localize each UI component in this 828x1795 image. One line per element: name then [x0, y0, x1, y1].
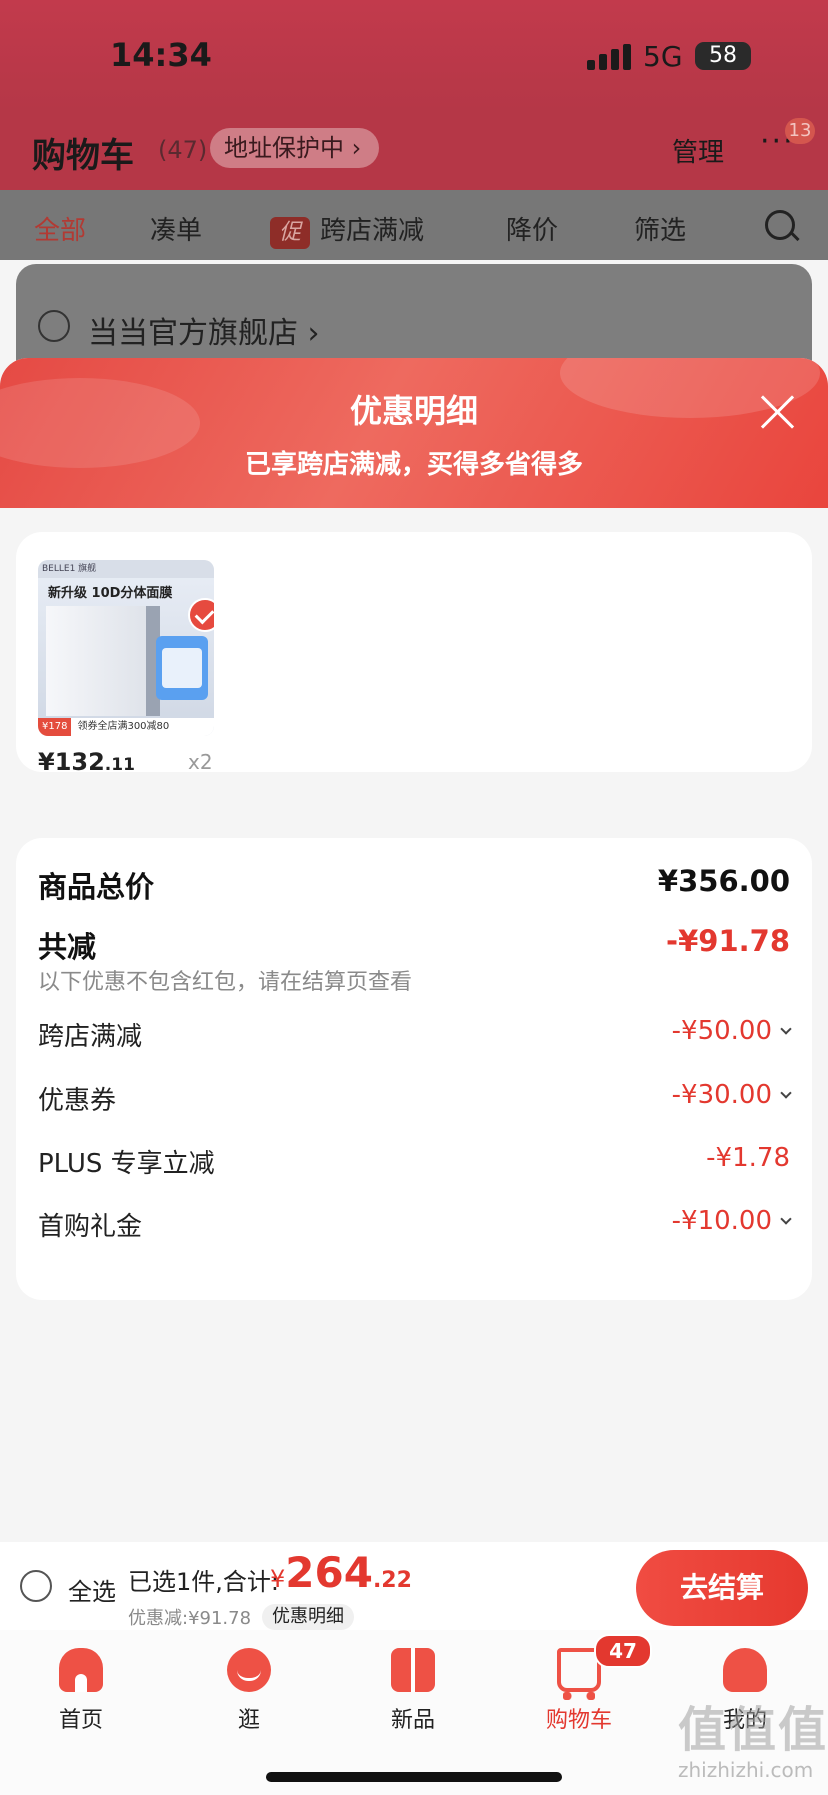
sheet-header: 优惠明细 已享跨店满减，买得多省得多 [0, 358, 828, 508]
discount-detail-chip[interactable]: 优惠明细 [262, 1604, 354, 1630]
checkout-total: ¥264.22 [270, 1548, 412, 1597]
discount-value: -¥30.00 [671, 1080, 772, 1110]
total-reduce-value: -¥91.78 [666, 924, 790, 958]
message-badge: 13 [785, 118, 815, 144]
sheet-title: 优惠明细 [349, 392, 478, 430]
discount-value: -¥10.00 [671, 1206, 772, 1236]
select-all-label[interactable]: 全选 [68, 1572, 116, 1607]
discount-label: PLUS 专享立减 [38, 1149, 215, 1179]
battery-icon: 58 [695, 42, 751, 70]
discount-summary: 优惠减:¥91.78 [128, 1608, 252, 1629]
filter-cross-store[interactable]: 促跨店满减 [270, 210, 424, 249]
chevron-down-icon [780, 1087, 792, 1099]
discount-value-wrap: -¥30.00 [671, 1080, 792, 1110]
bottom-tab-bar: 首页 逛 新品 47 购物车 我的 值值值 zhizhizhi.com [0, 1630, 828, 1795]
store-select-radio[interactable] [38, 310, 70, 342]
search-icon[interactable] [765, 210, 795, 240]
filter-cross-store-label: 跨店满减 [320, 216, 425, 246]
filter-price-drop[interactable]: 降价 [506, 210, 558, 247]
tab-label: 逛 [237, 1708, 260, 1733]
reduce-note: 以下优惠不包含红包，请在结算页查看 [38, 970, 413, 995]
sheet-subtitle: 已享跨店满减，买得多省得多 [244, 450, 583, 480]
new-product-icon [391, 1648, 435, 1692]
chevron-down-icon [780, 1023, 792, 1035]
thumb-headline: 新升级 10D分体面膜 [48, 586, 173, 601]
product-thumbnail[interactable]: BELLE1 旗舰 新升级 10D分体面膜 ¥178 领券全店满300减80 [38, 560, 214, 736]
filter-button[interactable]: 筛选 [634, 210, 686, 247]
filter-combine[interactable]: 凑单 [150, 210, 202, 247]
chevron-down-icon [780, 1213, 792, 1225]
explore-icon [227, 1648, 271, 1692]
total-reduce-label: 共减 [38, 930, 97, 964]
promo-tag: 促 [270, 217, 310, 249]
checkout-bar: 全选 已选1件,合计: ¥264.22 优惠减:¥91.78 优惠明细 去结算 [0, 1542, 828, 1630]
status-time: 14:34 [110, 36, 212, 74]
total-decimal: .22 [372, 1568, 412, 1593]
home-icon [59, 1648, 103, 1692]
profile-icon [723, 1648, 767, 1692]
product-price: ¥132.11 [38, 748, 135, 776]
thumb-bottom-bar: ¥178 领券全店满300减80 [38, 718, 214, 736]
page-title: 购物车 [32, 136, 134, 176]
price-summary-card: 商品总价 ¥356.00 共减 -¥91.78 以下优惠不包含红包，请在结算页查… [16, 838, 812, 1300]
status-bar: 14:34 5G 58 [0, 0, 828, 110]
checkout-button[interactable]: 去结算 [636, 1550, 808, 1626]
manage-button[interactable]: 管理 [672, 132, 724, 169]
total-integer: 264 [285, 1548, 373, 1597]
watermark-logo: 值值值 [678, 1702, 828, 1758]
product-box-image [46, 606, 160, 716]
thumb-price-tag: ¥178 [38, 718, 72, 736]
filter-bar: 全部 凑单 促跨店满减 降价 筛选 [0, 190, 828, 260]
cart-header: 购物车 (47) 地址保护中 › 管理 ··· 13 [0, 110, 828, 190]
signal-icon [587, 44, 631, 70]
discount-value-wrap: -¥50.00 [671, 1016, 792, 1046]
product-card: BELLE1 旗舰 新升级 10D分体面膜 ¥178 领券全店满300减80 ¥1… [16, 532, 812, 776]
store-name[interactable]: 当当官方旗舰店 › [88, 308, 320, 352]
select-all-radio[interactable] [20, 1570, 52, 1602]
cart-count: (47) [158, 136, 208, 164]
network-label: 5G [643, 40, 683, 73]
selected-check-icon [188, 598, 214, 632]
discount-label: 优惠券 [38, 1086, 117, 1116]
tab-label: 首页 [58, 1708, 103, 1733]
price-integer: ¥132 [38, 748, 105, 776]
total-currency: ¥ [270, 1565, 286, 1593]
discount-value: -¥50.00 [671, 1016, 772, 1046]
watermark-site: zhizhizhi.com [678, 1758, 814, 1782]
discount-label: 跨店满减 [38, 1022, 143, 1052]
tab-label: 购物车 [545, 1708, 612, 1733]
selected-info: 已选1件,合计: [128, 1568, 279, 1596]
product-mini-image [156, 636, 208, 700]
tab-label: 新品 [390, 1708, 435, 1733]
cart-badge: 47 [594, 1634, 652, 1668]
total-price-label: 商品总价 [38, 870, 155, 904]
home-indicator [266, 1772, 562, 1782]
thumb-coupon: 领券全店满300减80 [77, 721, 170, 732]
discount-value-wrap: -¥10.00 [671, 1206, 792, 1236]
total-price-value: ¥356.00 [657, 864, 790, 898]
close-icon[interactable] [760, 394, 796, 430]
discount-value: -¥1.78 [706, 1143, 790, 1173]
product-quantity: x2 [188, 750, 213, 774]
filter-all[interactable]: 全部 [34, 210, 86, 247]
discount-label: 首购礼金 [38, 1212, 143, 1242]
price-decimal: .11 [104, 755, 135, 775]
thumb-brand: BELLE1 旗舰 [38, 560, 214, 578]
address-protect-chip[interactable]: 地址保护中 › [210, 128, 380, 168]
